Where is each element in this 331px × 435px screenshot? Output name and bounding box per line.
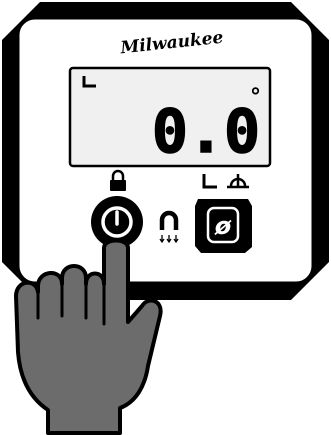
- degree-symbol: °: [250, 85, 261, 110]
- zero-button[interactable]: ø: [195, 199, 252, 253]
- angle-finder-illustration: Milwaukee 0.0 ° ø: [2, 2, 329, 435]
- zero-button-label: ø: [214, 212, 232, 240]
- angle-reading: 0.0: [152, 97, 260, 167]
